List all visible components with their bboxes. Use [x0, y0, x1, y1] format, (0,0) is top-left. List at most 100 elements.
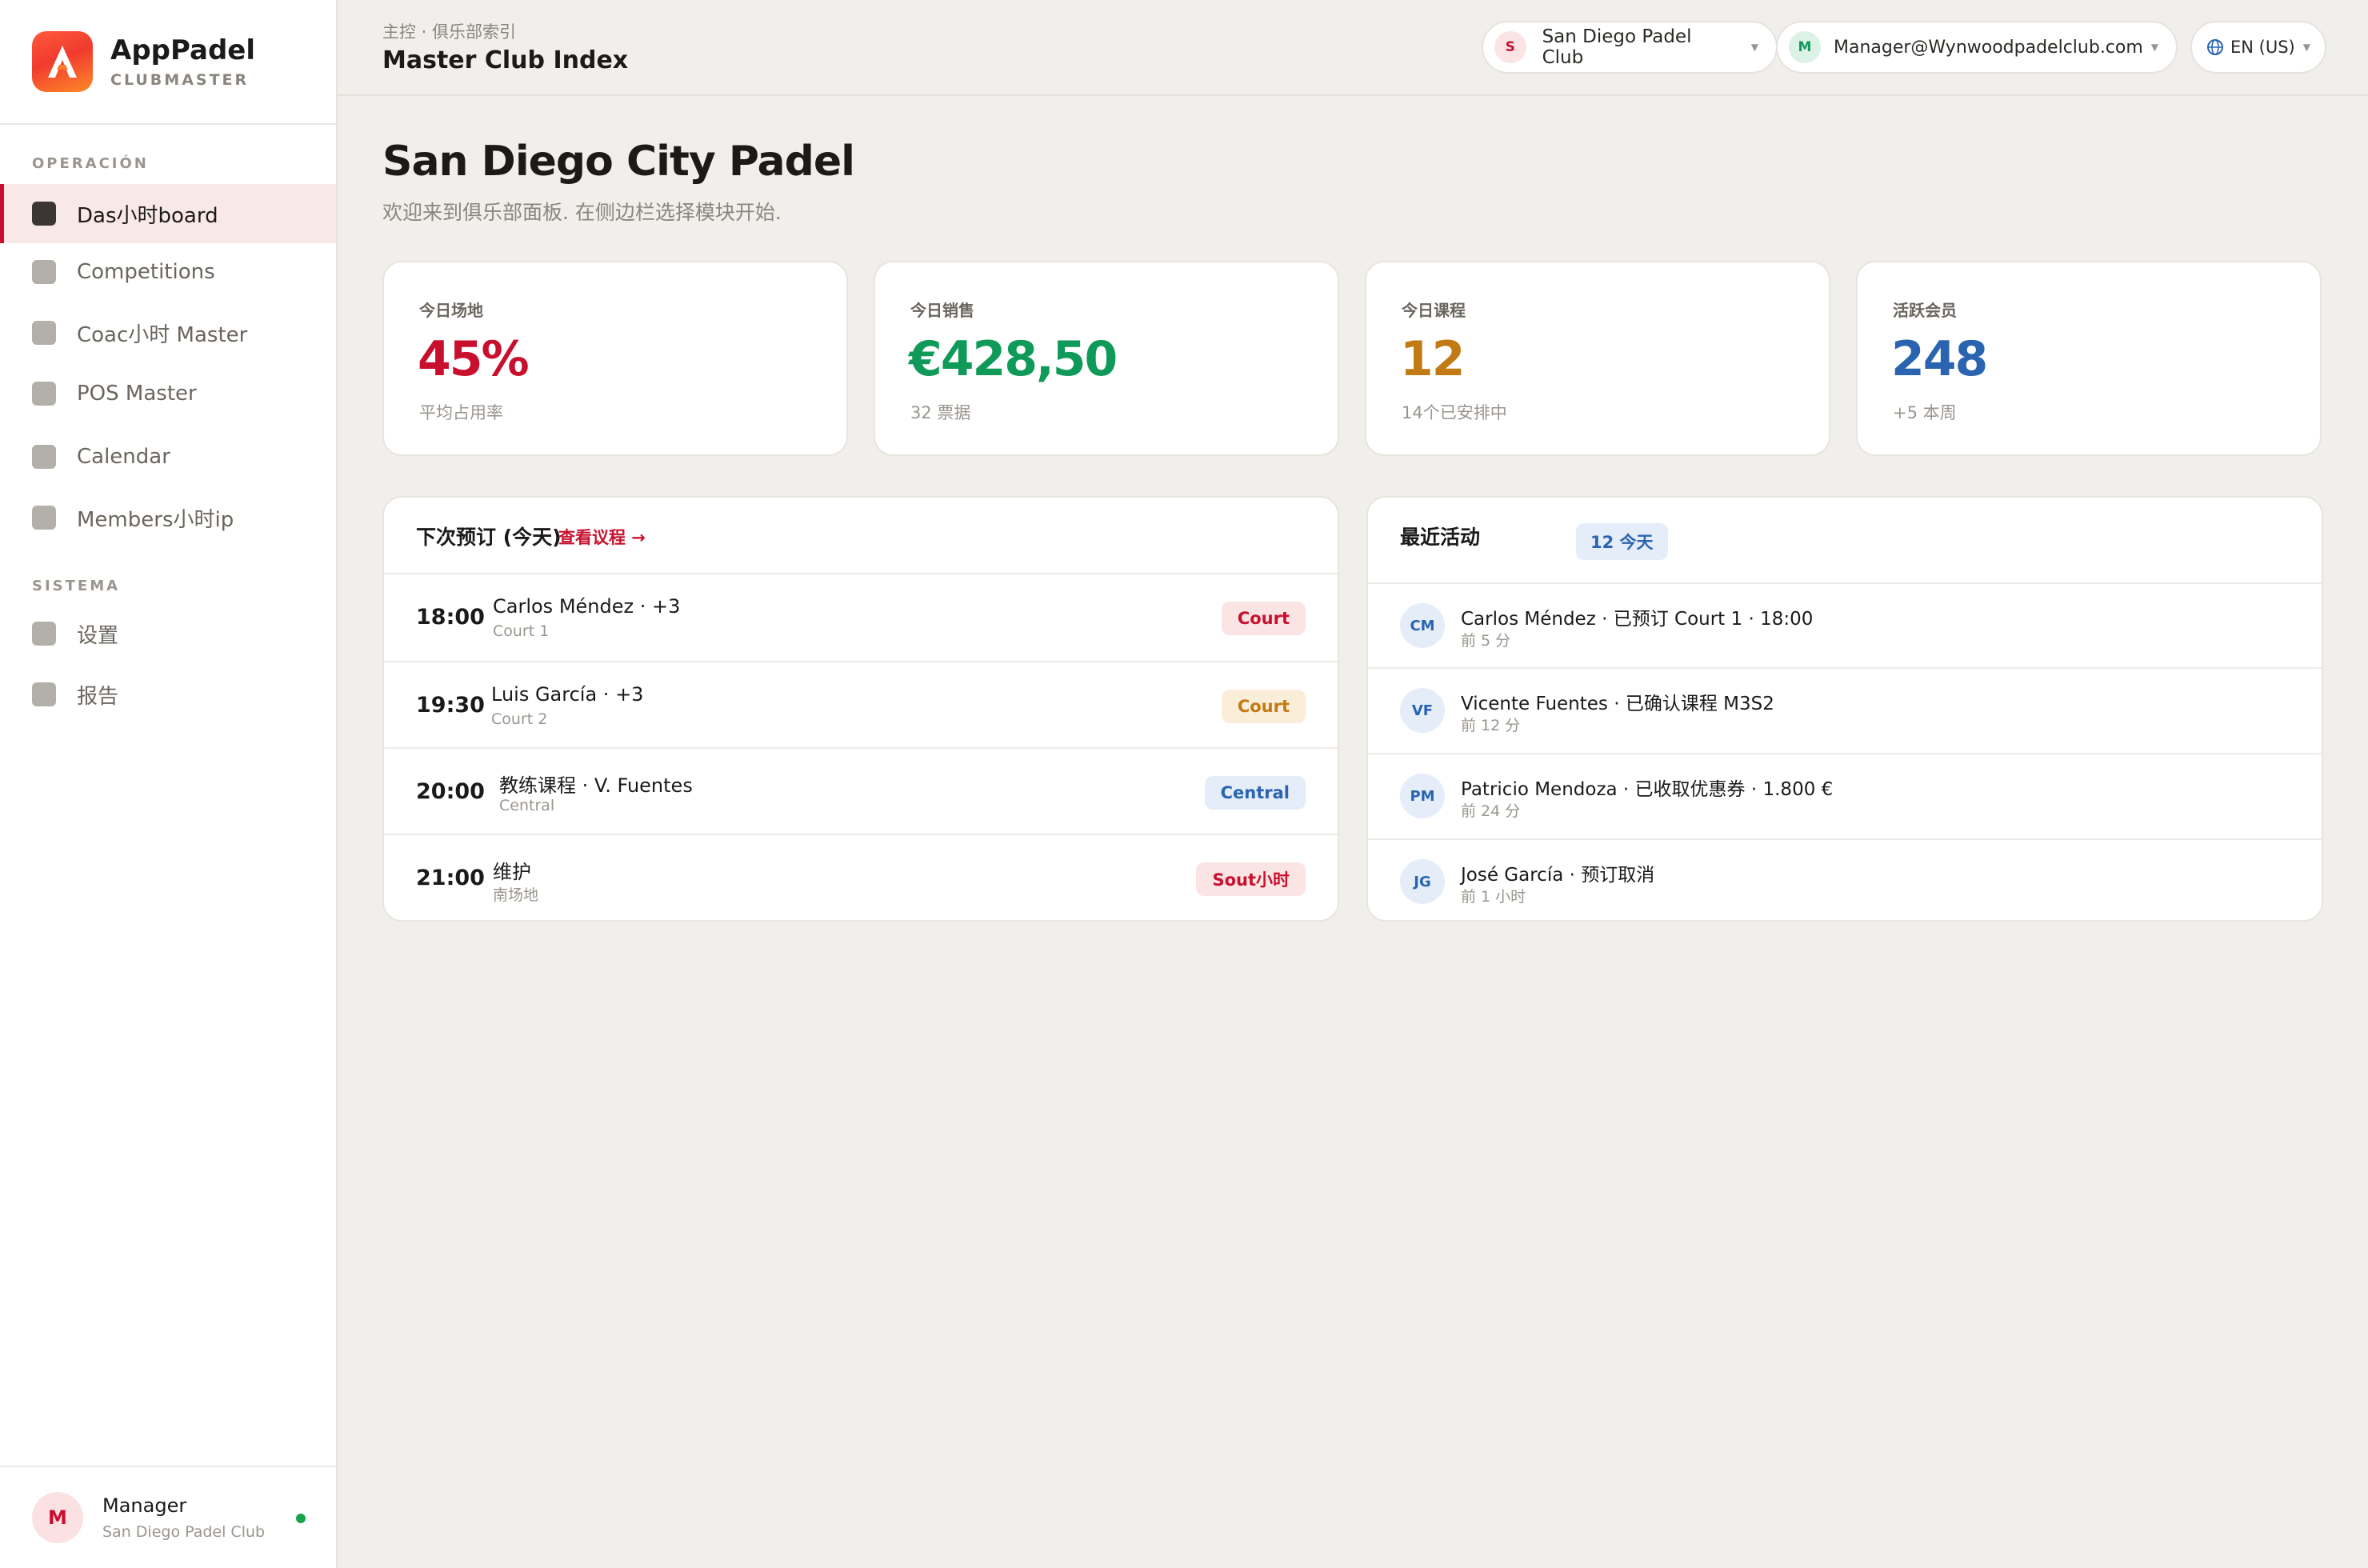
stat-card-members[interactable]: 活跃会员 248 +5 本周 [1856, 261, 2322, 456]
booking-row[interactable]: 18:00 Carlos Méndez · +3 Court 1 Court [384, 574, 1338, 662]
view-agenda-link[interactable]: 查看议程 → [558, 525, 646, 549]
booking-place: Central [499, 797, 555, 814]
brand-subtitle: CLUBMASTER [110, 71, 250, 89]
booking-tag: Sout小时 [1196, 862, 1306, 896]
app-logo-icon [32, 31, 93, 92]
activity-time: 前 1 小时 [1461, 888, 1526, 906]
sidebar-item-label: Competitions [77, 260, 215, 284]
topbar: 主控 · 俱乐部索引 Master Club Index S San Diego… [338, 0, 2368, 96]
user-selector[interactable]: M Manager@Wynwoodpadelclub.com ▼ [1776, 21, 2178, 74]
booking-place: Court 1 [493, 622, 550, 640]
sidebar-item-membership[interactable]: Members小时ip [0, 488, 336, 547]
club-title: San Diego City Padel [382, 138, 855, 186]
stat-value: 12 [1400, 331, 1465, 387]
members-icon [32, 506, 56, 530]
sidebar-item-label: Coac小时 Master [77, 322, 248, 347]
brand[interactable]: AppPadel CLUBMASTER [0, 0, 336, 125]
booking-name: Carlos Méndez · +3 [493, 595, 681, 618]
brand-name: AppPadel [110, 34, 255, 66]
avatar: CM [1400, 603, 1445, 648]
sidebar: AppPadel CLUBMASTER OPERACIÓN Das小时board… [0, 0, 338, 1568]
stat-card-courts[interactable]: 今日场地 45% 平均占用率 [382, 261, 848, 456]
stat-note: 14个已安排中 [1402, 403, 1507, 422]
sidebar-item-calendar[interactable]: Calendar [0, 427, 336, 486]
activity-count-badge: 12 今天 [1576, 523, 1668, 560]
activity-text: Patricio Mendoza · 已收取优惠券 · 1.800 € [1461, 779, 1834, 800]
stat-label: 今日销售 [910, 301, 974, 320]
sidebar-item-label: Das小时board [77, 203, 218, 228]
sidebar-item-pos-master[interactable]: POS Master [0, 364, 336, 423]
panel-title: 下次预订 (今天) [416, 526, 562, 549]
user-profile[interactable]: M Manager San Diego Padel Club [0, 1466, 336, 1568]
booking-name: 教练课程 · V. Fuentes [499, 774, 693, 797]
club-selector[interactable]: S San Diego Padel Club ▼ [1482, 21, 1778, 74]
panel-title: 最近活动 [1400, 526, 1481, 549]
booking-row[interactable]: 21:00 维护 南场地 Sout小时 [384, 835, 1338, 920]
activity-text: Vicente Fuentes · 已确认课程 M3S2 [1461, 694, 1774, 714]
stat-value: 45% [418, 331, 530, 387]
sidebar-item-label: POS Master [77, 382, 197, 406]
sidebar-item-label: Calendar [77, 445, 170, 469]
settings-icon [32, 622, 56, 646]
panel-header: 下次预订 (今天) 查看议程 → [384, 498, 1338, 574]
club-avatar: S [1494, 31, 1526, 63]
user-avatar: M [1789, 31, 1821, 63]
activity-row[interactable]: CM Carlos Méndez · 已预订 Court 1 · 18:00 前… [1368, 584, 2322, 669]
stat-value: 248 [1891, 331, 1988, 387]
sidebar-item-competitions[interactable]: Competitions [0, 242, 336, 302]
activity-time: 前 24 分 [1461, 802, 1521, 820]
sidebar-item-label: Members小时ip [77, 507, 234, 532]
coach-icon [32, 321, 56, 345]
stat-label: 今日场地 [419, 301, 483, 320]
user-club: San Diego Padel Club [102, 1523, 266, 1541]
stat-value: €428,50 [909, 331, 1118, 387]
sidebar-item-label: 设置 [77, 623, 119, 648]
club-selector-label: San Diego Padel Club [1542, 26, 1692, 68]
booking-name: Luis García · +3 [491, 683, 644, 706]
competitions-icon [32, 260, 56, 284]
activity-row[interactable]: JG José García · 预订取消 前 1 小时 [1368, 840, 2322, 920]
stat-note: +5 本周 [1893, 403, 1957, 422]
stat-card-classes[interactable]: 今日课程 12 14个已安排中 [1365, 261, 1830, 456]
booking-time: 20:00 [416, 779, 485, 804]
chevron-down-icon: ▼ [2150, 42, 2159, 53]
sidebar-item-settings[interactable]: 设置 [0, 604, 336, 663]
activity-row[interactable]: PM Patricio Mendoza · 已收取优惠券 · 1.800 € 前… [1368, 754, 2322, 840]
booking-name: 维护 [493, 861, 531, 883]
booking-time: 18:00 [416, 605, 485, 630]
section-label-operacion: OPERACIÓN [32, 155, 149, 172]
sidebar-item-coach-master[interactable]: Coac小时 Master [0, 303, 336, 362]
stat-card-sales[interactable]: 今日销售 €428,50 32 票据 [874, 261, 1339, 456]
language-selector[interactable]: EN (US) ▼ [2190, 21, 2326, 74]
stat-label: 今日课程 [1402, 301, 1466, 320]
activity-time: 前 5 分 [1461, 632, 1511, 650]
page-title: Master Club Index [382, 46, 629, 74]
booking-place: Court 2 [491, 710, 548, 728]
avatar: JG [1400, 859, 1445, 904]
section-label-sistema: SISTEMA [32, 578, 121, 594]
sidebar-item-reports[interactable]: 报告 [0, 665, 336, 724]
user-name: Manager [102, 1494, 187, 1517]
dashboard-icon [32, 202, 56, 226]
panel-header: 最近活动 12 今天 [1368, 498, 2322, 584]
calendar-icon [32, 445, 56, 469]
booking-place: 南场地 [493, 886, 539, 904]
online-status-icon [296, 1514, 306, 1523]
reports-icon [32, 682, 56, 706]
upcoming-bookings-panel: 下次预订 (今天) 查看议程 → 18:00 Carlos Méndez · +… [382, 496, 1339, 922]
activity-time: 前 12 分 [1461, 717, 1521, 734]
booking-tag: Court [1221, 690, 1306, 723]
activity-text: Carlos Méndez · 已预订 Court 1 · 18:00 [1461, 609, 1814, 630]
activity-row[interactable]: VF Vicente Fuentes · 已确认课程 M3S2 前 12 分 [1368, 669, 2322, 754]
avatar: VF [1400, 688, 1445, 733]
booking-row[interactable]: 20:00 教练课程 · V. Fuentes Central Central [384, 749, 1338, 835]
recent-activity-panel: 最近活动 12 今天 CM Carlos Méndez · 已预订 Court … [1366, 496, 2323, 922]
avatar: M [32, 1492, 83, 1543]
activity-text: José García · 预订取消 [1461, 865, 1655, 886]
sidebar-item-dashboard[interactable]: Das小时board [0, 184, 336, 243]
booking-tag: Central [1204, 776, 1306, 810]
chevron-down-icon: ▼ [1750, 42, 1758, 53]
booking-time: 19:30 [416, 693, 485, 718]
booking-row[interactable]: 19:30 Luis García · +3 Court 2 Court [384, 662, 1338, 749]
stat-note: 32 票据 [910, 403, 971, 422]
